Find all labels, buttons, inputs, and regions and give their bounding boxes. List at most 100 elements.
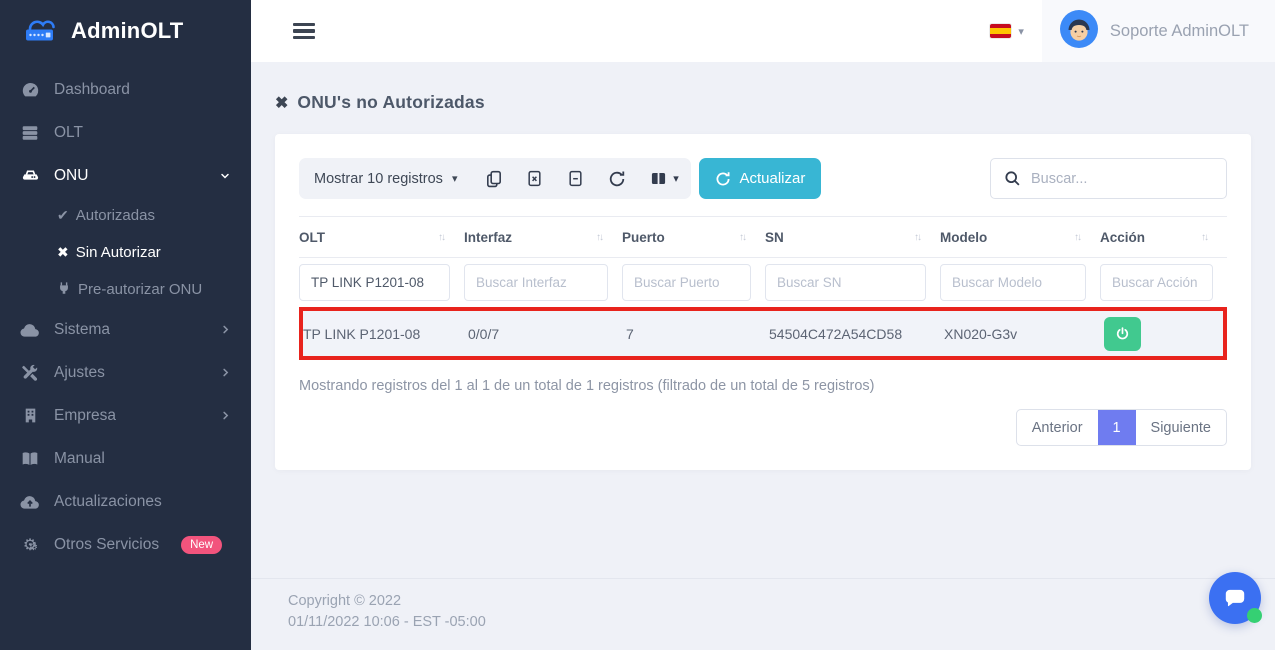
sidebar-item-label: Manual [54, 450, 105, 468]
sidebar-item-sin-autorizar[interactable]: ✖ Sin Autorizar [0, 234, 251, 271]
filter-olt-input[interactable] [299, 264, 450, 301]
column-visibility-button[interactable]: ▾ [637, 158, 691, 199]
card-toolbar: Mostrar 10 registros ▾ [299, 158, 1227, 199]
sidebar-item-dashboard[interactable]: Dashboard [0, 68, 251, 111]
plug-icon [57, 281, 71, 298]
online-status-dot [1247, 608, 1262, 623]
sidebar-item-pre-autorizar-onu[interactable]: Pre-autorizar ONU [0, 271, 251, 308]
filter-accion-input[interactable] [1100, 264, 1213, 301]
chevron-right-icon [220, 367, 231, 378]
filter-puerto-input[interactable] [622, 264, 751, 301]
sidebar-item-onu[interactable]: ONU [0, 154, 251, 197]
page-length-select[interactable]: Mostrar 10 registros ▾ [299, 171, 473, 187]
sidebar-item-olt[interactable]: OLT [0, 111, 251, 154]
sidebar-item-empresa[interactable]: Empresa [0, 394, 251, 437]
search-input[interactable] [1031, 171, 1213, 187]
tools-icon [20, 364, 40, 382]
sidebar-item-label: ONU [54, 167, 88, 185]
sort-icon: ↑↓ [739, 232, 745, 243]
chevron-right-icon [220, 324, 231, 335]
export-file-button[interactable] [555, 158, 596, 199]
sidebar-item-sistema[interactable]: Sistema [0, 308, 251, 351]
cell-puerto: 7 [626, 326, 769, 342]
caret-down-icon: ▾ [673, 172, 679, 185]
refresh-icon [715, 171, 731, 187]
table-header-row: OLT↑↓ Interfaz↑↓ Puerto↑↓ SN↑↓ Modelo↑↓ … [299, 216, 1227, 258]
sort-icon: ↑↓ [438, 232, 444, 243]
actualizar-label: Actualizar [739, 170, 805, 187]
footer: Copyright © 2022 01/11/2022 10:06 - EST … [251, 578, 1275, 650]
topbar-right: ▾ Soporte AdminOLT [990, 0, 1275, 62]
x-icon: ✖ [275, 93, 288, 113]
sidebar-item-label: Empresa [54, 407, 116, 425]
search-icon [1004, 170, 1021, 187]
datetime-text: 01/11/2022 10:06 - EST -05:00 [288, 612, 1251, 633]
table-info-text: Mostrando registros del 1 al 1 de un tot… [299, 378, 1227, 394]
actualizar-button[interactable]: Actualizar [699, 158, 821, 199]
filter-modelo-input[interactable] [940, 264, 1086, 301]
hamburger-menu-icon[interactable] [293, 20, 315, 42]
server-icon [20, 124, 40, 142]
sidebar: AdminOLT Dashboard OLT ONU ✔ Auto [0, 0, 251, 650]
chat-widget-button[interactable] [1209, 572, 1261, 624]
table-tools-group: Mostrar 10 registros ▾ [299, 158, 691, 199]
check-icon: ✔ [57, 207, 69, 224]
pagination-page-1[interactable]: 1 [1098, 410, 1136, 445]
topbar: ▾ Soporte AdminOLT [251, 0, 1275, 62]
sidebar-item-actualizaciones[interactable]: Actualizaciones [0, 480, 251, 523]
gauge-icon [20, 80, 40, 99]
sidebar-item-autorizadas[interactable]: ✔ Autorizadas [0, 197, 251, 234]
caret-down-icon: ▾ [1018, 25, 1024, 38]
cloud-upload-icon [20, 494, 40, 510]
pagination: Anterior 1 Siguiente [299, 409, 1227, 446]
export-excel-button[interactable] [514, 158, 555, 199]
user-menu[interactable]: Soporte AdminOLT [1042, 0, 1275, 62]
brand[interactable]: AdminOLT [0, 0, 251, 62]
onu-device-icon [20, 166, 40, 185]
sidebar-nav: Dashboard OLT ONU ✔ Autorizadas ✖ Sin Au… [0, 62, 251, 566]
cell-accion [1104, 317, 1223, 351]
new-badge: New [181, 536, 222, 554]
sidebar-item-label: Dashboard [54, 81, 130, 99]
table-row[interactable]: TP LINK P1201-08 0/0/7 7 54504C472A54CD5… [299, 307, 1227, 360]
column-header-olt[interactable]: OLT↑↓ [299, 230, 464, 245]
cell-interfaz: 0/0/7 [468, 326, 626, 342]
sidebar-item-label: Pre-autorizar ONU [78, 281, 202, 298]
global-search [990, 158, 1227, 199]
book-icon [20, 450, 40, 468]
sidebar-item-manual[interactable]: Manual [0, 437, 251, 480]
pagination-previous[interactable]: Anterior [1017, 410, 1098, 445]
content: ✖ ONU's no Autorizadas Mostrar 10 regist… [251, 62, 1275, 578]
building-icon [20, 407, 40, 424]
cell-modelo: XN020-G3v [944, 326, 1104, 342]
language-selector[interactable]: ▾ [990, 24, 1024, 38]
sort-icon: ↑↓ [1201, 232, 1207, 243]
page-title: ✖ ONU's no Autorizadas [275, 92, 1251, 113]
copy-button[interactable] [473, 158, 514, 199]
gears-icon: ⚙⚙ [20, 535, 40, 555]
sidebar-item-label: Sistema [54, 321, 110, 339]
column-header-modelo[interactable]: Modelo↑↓ [940, 230, 1100, 245]
reload-table-button[interactable] [596, 158, 637, 199]
column-header-puerto[interactable]: Puerto↑↓ [622, 230, 765, 245]
authorize-power-button[interactable] [1104, 317, 1141, 351]
filter-interfaz-input[interactable] [464, 264, 608, 301]
brand-name: AdminOLT [71, 18, 183, 44]
spain-flag-icon [990, 24, 1011, 38]
chat-bubble-icon [1222, 585, 1248, 611]
sidebar-item-label: Sin Autorizar [76, 244, 161, 261]
sidebar-item-label: Autorizadas [76, 207, 155, 224]
main-area: ▾ Soporte AdminOLT ✖ ONU's no Autorizada… [251, 0, 1275, 650]
column-header-accion[interactable]: Acción↑↓ [1100, 230, 1227, 245]
sidebar-item-otros-servicios[interactable]: ⚙⚙ Otros Servicios New [0, 523, 251, 566]
chevron-down-icon [219, 170, 231, 182]
column-header-interfaz[interactable]: Interfaz↑↓ [464, 230, 622, 245]
user-name: Soporte AdminOLT [1110, 22, 1249, 41]
column-header-sn[interactable]: SN↑↓ [765, 230, 940, 245]
filter-sn-input[interactable] [765, 264, 926, 301]
caret-down-icon: ▾ [452, 172, 458, 185]
page-title-text: ONU's no Autorizadas [297, 92, 484, 113]
sidebar-item-ajustes[interactable]: Ajustes [0, 351, 251, 394]
sidebar-item-label: Ajustes [54, 364, 105, 382]
pagination-next[interactable]: Siguiente [1136, 410, 1226, 445]
